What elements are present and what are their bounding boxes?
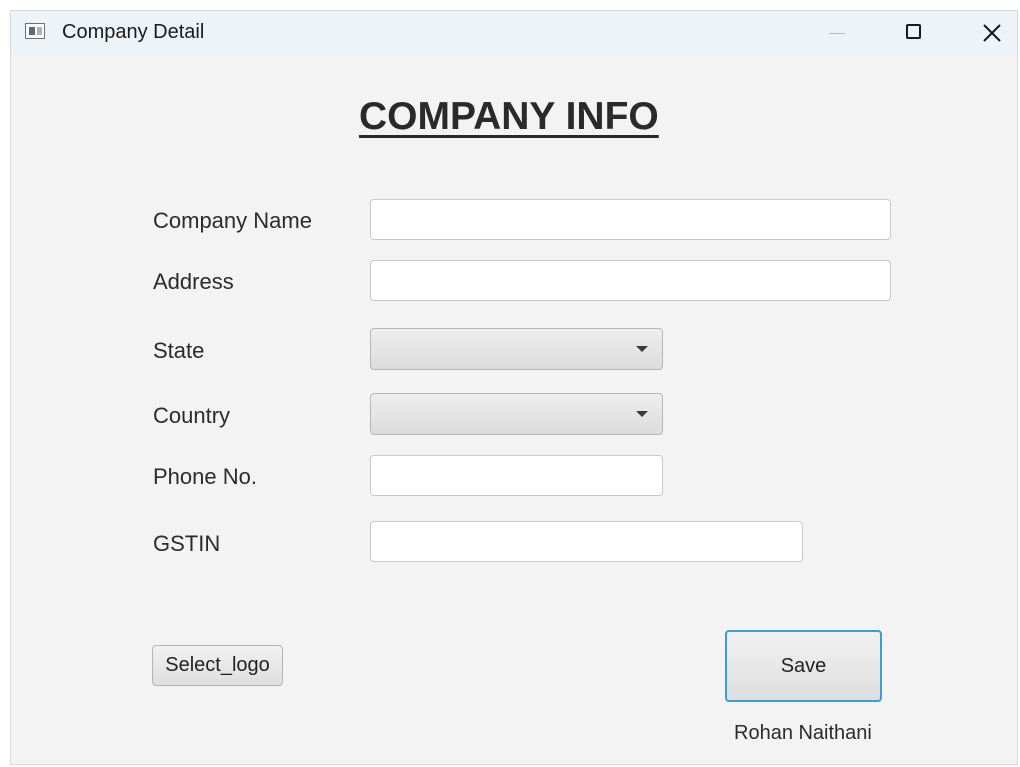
app-window-icon [25, 23, 45, 39]
company-detail-window: Company Detail COMPANY INFO Company Name… [10, 10, 1018, 765]
close-button[interactable] [962, 11, 1017, 55]
address-label: Address [153, 269, 234, 294]
page-heading: COMPANY INFO [359, 95, 659, 138]
minimize-icon [829, 33, 845, 34]
window-title: Company Detail [62, 21, 205, 43]
country-label: Country [153, 403, 231, 428]
maximize-button[interactable] [884, 11, 944, 55]
author-credit: Rohan Naithani [734, 722, 872, 744]
country-dropdown[interactable] [370, 393, 663, 435]
chevron-down-icon [636, 411, 648, 417]
title-bar[interactable]: Company Detail [11, 11, 1017, 55]
app-icon-pane [37, 27, 42, 35]
phone-input[interactable] [370, 455, 663, 496]
close-icon [983, 24, 1001, 42]
phone-label: Phone No. [153, 464, 257, 489]
chevron-down-icon [636, 346, 648, 352]
state-dropdown[interactable] [370, 328, 663, 370]
company-name-input[interactable] [370, 199, 891, 240]
gstin-input[interactable] [370, 521, 803, 562]
maximize-icon [906, 24, 921, 39]
save-button[interactable]: Save [725, 630, 882, 702]
company-name-label: Company Name [153, 208, 312, 233]
select-logo-button[interactable]: Select_logo [152, 645, 283, 686]
app-icon-pane [29, 27, 35, 35]
address-input[interactable] [370, 260, 891, 301]
state-label: State [153, 338, 205, 363]
gstin-label: GSTIN [153, 531, 221, 556]
minimize-button[interactable] [807, 11, 867, 55]
